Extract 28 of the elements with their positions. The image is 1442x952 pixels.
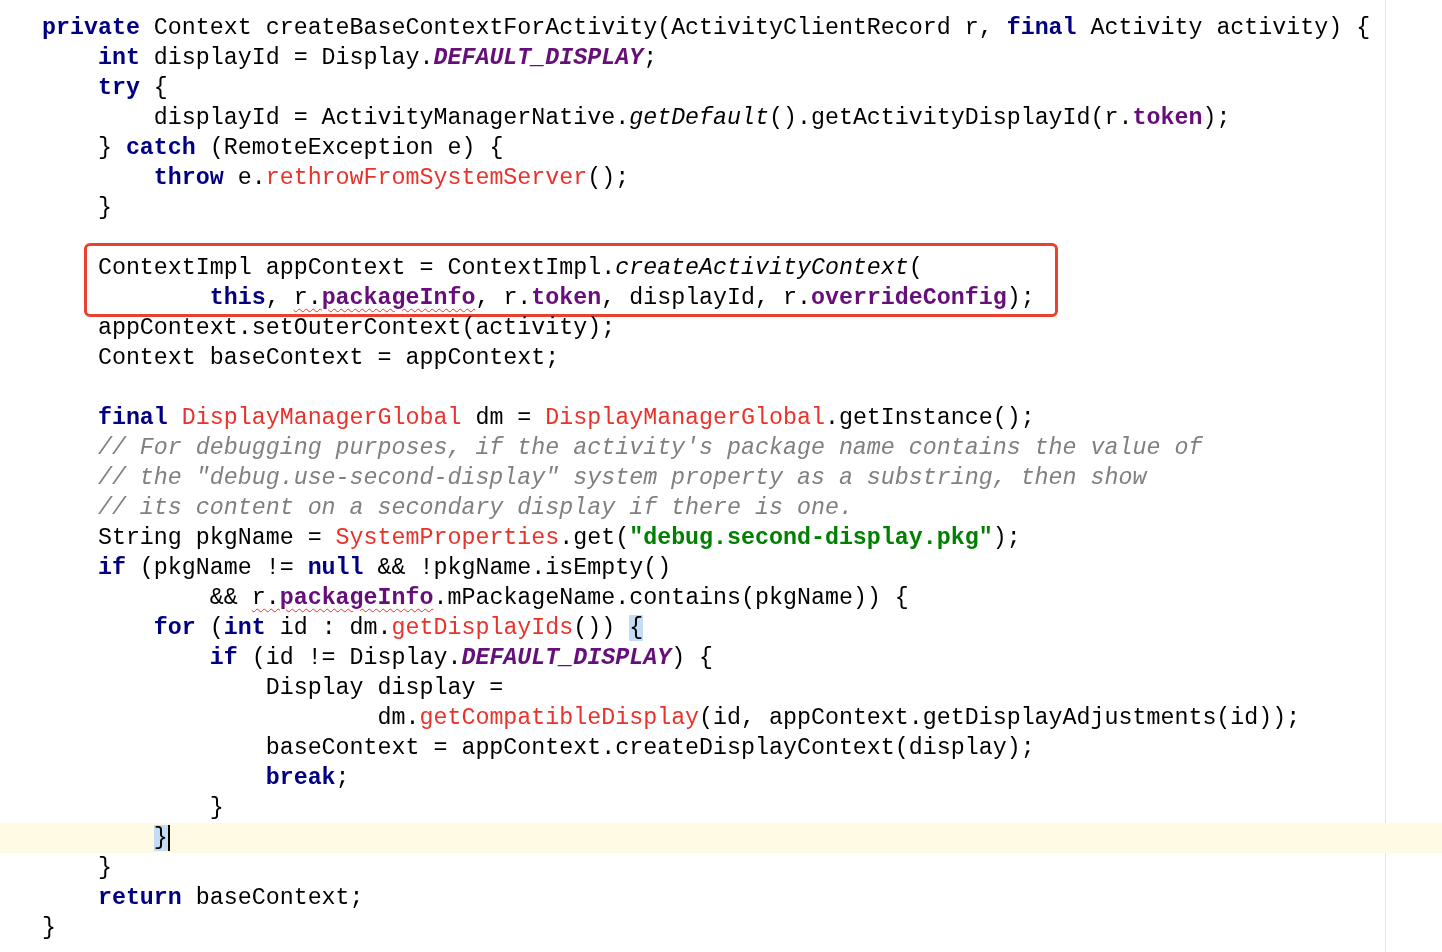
code-line: } — [41, 914, 57, 943]
code-line: return baseContext; — [96, 884, 365, 913]
code-line: throw e.rethrowFromSystemServer(); — [152, 164, 631, 193]
code-line: break; — [264, 764, 351, 793]
code-line: displayId = ActivityManagerNative.getDefault().getActivityDisplayId(r.token); — [152, 104, 1232, 133]
code-line: int displayId = Display.DEFAULT_DISPLAY; — [96, 44, 659, 73]
code-line: && r.packageInfo.mPackageName.contains(pkgName)) { — [208, 584, 910, 613]
code-line: this, r.packageInfo, r.token, displayId, r.overrideConfig); — [208, 284, 1036, 313]
code-line: baseContext = appContext.createDisplayContext(display); — [264, 734, 1036, 763]
code-line: String pkgName = SystemProperties.get("debug.second-display.pkg"); — [96, 524, 1022, 553]
code-line: } — [96, 854, 113, 883]
code-line: dm.getCompatibleDisplay(id, appContext.getDisplayAdjustments(id)); — [376, 704, 1302, 733]
code-line: // its content on a secondary display if there is one. — [96, 494, 854, 523]
code-line: ContextImpl appContext = ContextImpl.createActivityContext( — [96, 254, 924, 283]
code-line: appContext.setOuterContext(activity); — [96, 314, 617, 343]
code-line: for (int id : dm.getDisplayIds()) { — [152, 614, 645, 643]
code-line: Context baseContext = appContext; — [96, 344, 561, 373]
code-line: // the "debug.use-second-display" system property as a substring, then show — [96, 464, 1149, 493]
code-line: } catch (RemoteException e) { — [96, 134, 505, 163]
code-line: try { — [96, 74, 169, 103]
code-line: // For debugging purposes, if the activity's package name contains the value of — [96, 434, 1204, 463]
code-line: if (id != Display.DEFAULT_DISPLAY) { — [208, 644, 715, 673]
code-line: Display display = — [264, 674, 505, 703]
code-line: } — [208, 794, 225, 823]
code-line: private Context createBaseContextForActivity(ActivityClientRecord r, final Activity activity) { — [41, 14, 1372, 43]
code-line: final DisplayManagerGlobal dm = DisplayManagerGlobal.getInstance(); — [96, 404, 1036, 433]
code-line: } — [96, 194, 113, 223]
code-line: if (pkgName != null && !pkgName.isEmpty() — [96, 554, 673, 583]
